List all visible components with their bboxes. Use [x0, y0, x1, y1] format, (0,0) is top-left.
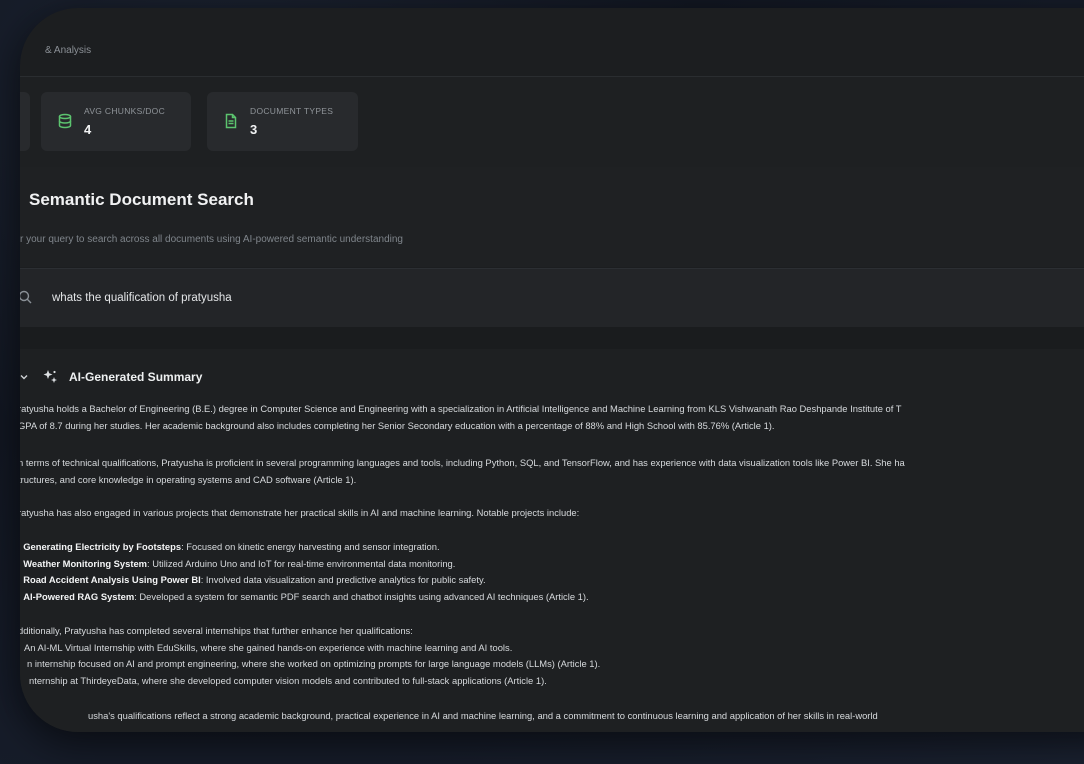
list-number: .	[20, 574, 21, 585]
search-icon	[20, 290, 32, 304]
list-item: . AI-Powered RAG System: Developed a sys…	[20, 590, 589, 603]
summary-line: usha's qualifications reflect a strong a…	[88, 710, 878, 721]
search-title: Semantic Document Search	[29, 190, 254, 209]
list-item: nternship at ThirdeyeData, where she dev…	[29, 675, 547, 686]
search-input[interactable]	[50, 287, 754, 309]
chevron-down-icon[interactable]	[20, 372, 29, 382]
list-item: . Road Accident Analysis Using Power BI:…	[20, 573, 486, 586]
list-item: . Generating Electricity by Footsteps: F…	[20, 540, 440, 553]
project-desc: : Developed a system for semantic PDF se…	[134, 591, 589, 602]
summary-title: AI-Generated Summary	[69, 370, 203, 384]
app-window: & Analysis AVG CHUNKS/DOC 4 DOCUMENT TYP…	[20, 8, 1084, 732]
project-desc: : Focused on kinetic energy harvesting a…	[181, 541, 440, 552]
file-text-icon	[225, 113, 237, 129]
list-number: .	[20, 541, 21, 552]
search-subtitle: r your query to search across all docume…	[20, 234, 403, 245]
list-number: .	[20, 558, 21, 569]
summary-line: tructures, and core knowledge in operati…	[20, 474, 357, 485]
list-item: n internship focused on AI and prompt en…	[27, 658, 601, 669]
stat-value: 3	[250, 122, 258, 137]
stat-card-partial	[20, 92, 30, 151]
summary-line: ratyusha has also engaged in various pro…	[20, 507, 580, 518]
project-desc: : Utilized Arduino Uno and IoT for real-…	[147, 558, 456, 569]
stat-card-avg-chunks: AVG CHUNKS/DOC 4	[41, 92, 191, 151]
project-name: AI-Powered RAG System	[23, 591, 135, 602]
summary-line: dditionally, Pratyusha has completed sev…	[20, 625, 413, 636]
breadcrumb[interactable]: & Analysis	[45, 45, 91, 56]
sparkle-icon	[43, 370, 57, 383]
stat-label: AVG CHUNKS/DOC	[84, 106, 166, 116]
stat-card-document-types: DOCUMENT TYPES 3	[207, 92, 358, 151]
section-gap	[20, 327, 1084, 349]
stat-label: DOCUMENT TYPES	[250, 106, 334, 116]
project-desc: : Involved data visualization and predic…	[200, 574, 486, 585]
list-item: An AI-ML Virtual Internship with EduSkil…	[24, 642, 513, 653]
summary-line: ratyusha holds a Bachelor of Engineering…	[20, 403, 902, 414]
project-name: Generating Electricity by Footsteps	[23, 541, 182, 552]
summary-line: GPA of 8.7 during her studies. Her acade…	[20, 420, 775, 431]
database-icon	[58, 113, 72, 129]
project-name: Weather Monitoring System	[23, 558, 148, 569]
stat-value: 4	[84, 122, 92, 137]
list-item: . Weather Monitoring System: Utilized Ar…	[20, 557, 455, 570]
list-number: .	[20, 591, 21, 602]
project-name: Road Accident Analysis Using Power BI	[23, 574, 201, 585]
summary-line: n terms of technical qualifications, Pra…	[20, 457, 905, 468]
search-header-panel	[20, 167, 1084, 267]
